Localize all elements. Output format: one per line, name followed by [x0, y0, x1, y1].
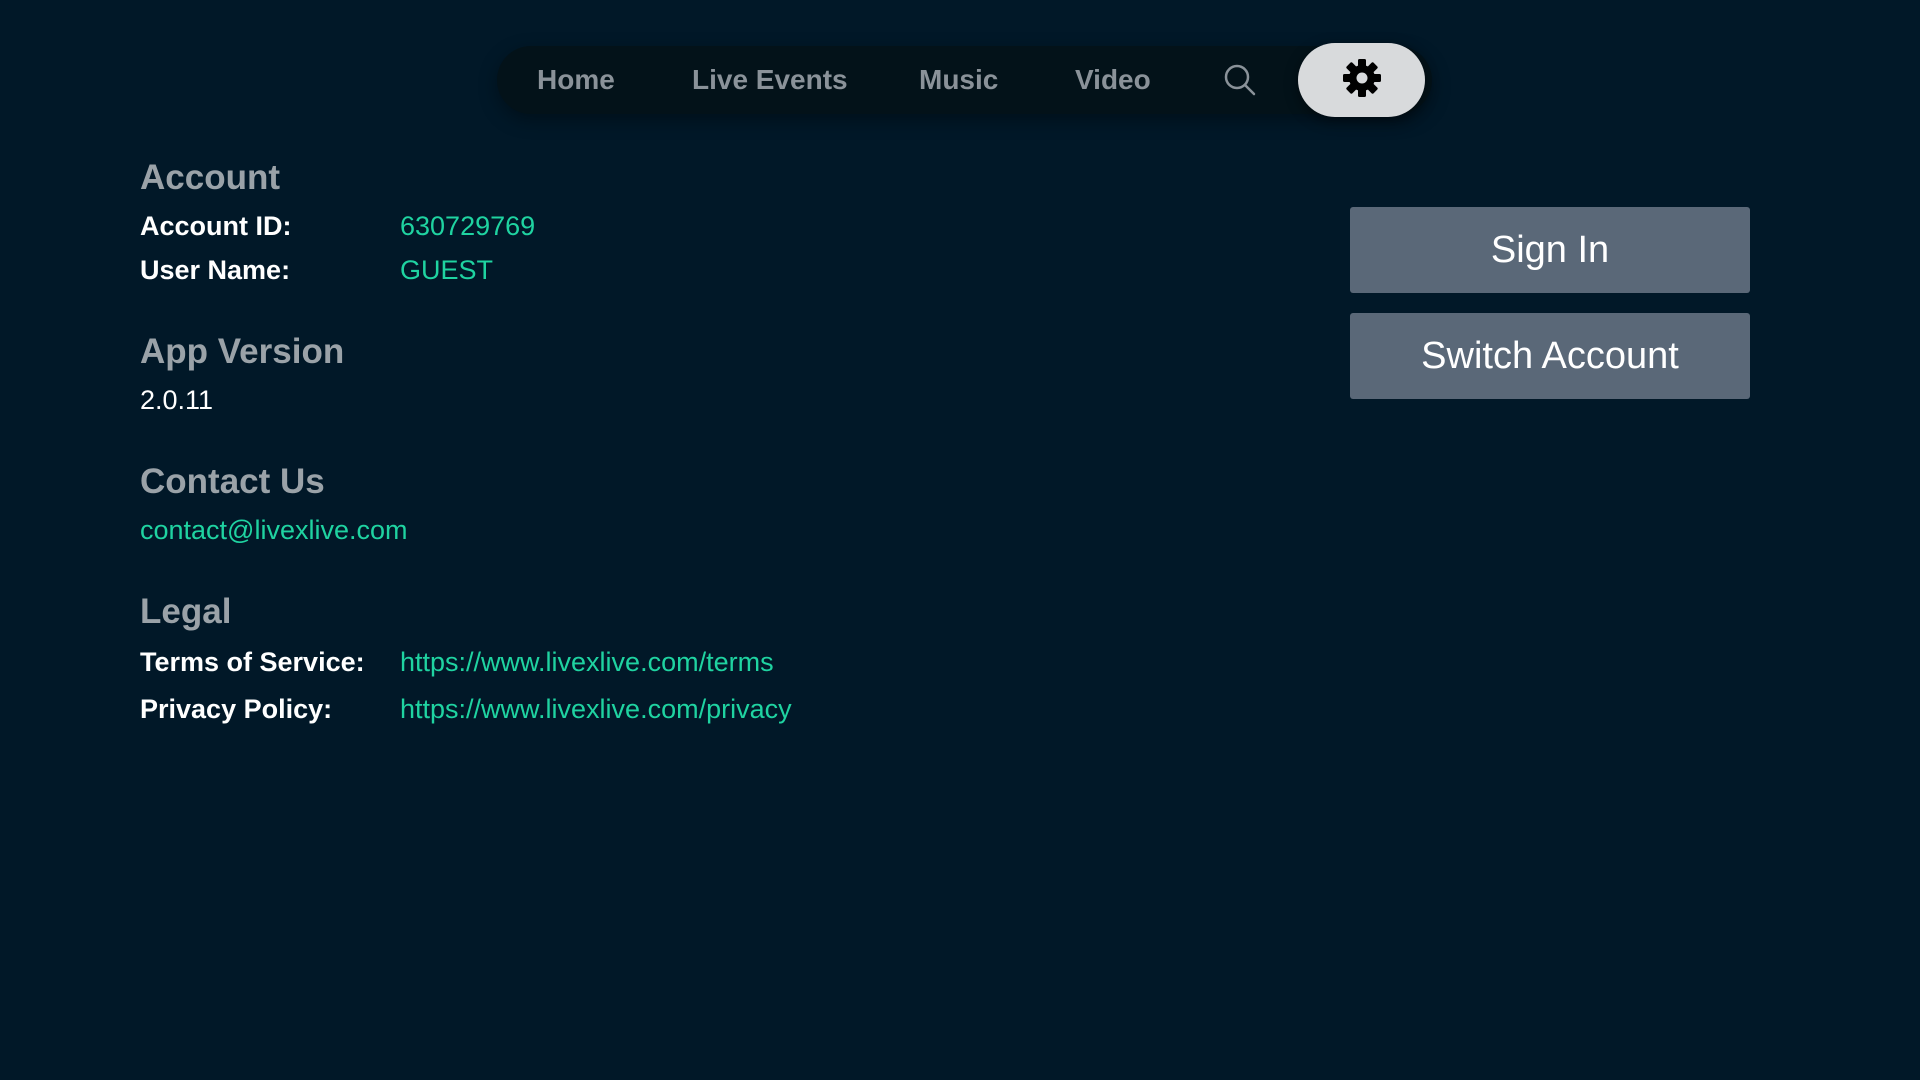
contact-email-link[interactable]: contact@livexlive.com — [140, 515, 408, 546]
user-name-label: User Name: — [140, 255, 291, 285]
user-name-value: GUEST — [400, 255, 494, 285]
terms-link[interactable]: https://www.livexlive.com/terms — [400, 647, 774, 678]
sign-in-button[interactable]: Sign In — [1350, 207, 1750, 293]
settings-page: Home Live Events Music Video Account Acc… — [0, 0, 1920, 1080]
account-id-value: 630729769 — [400, 211, 536, 241]
app-version-title: App Version — [140, 332, 345, 371]
nav-item-live-events[interactable]: Live Events — [692, 46, 848, 114]
privacy-link[interactable]: https://www.livexlive.com/privacy — [400, 694, 792, 725]
nav-item-video[interactable]: Video — [1075, 46, 1151, 114]
nav-item-home[interactable]: Home — [537, 46, 615, 114]
contact-title: Contact Us — [140, 462, 325, 501]
top-nav: Home Live Events Music Video — [497, 46, 1432, 114]
account-title: Account — [140, 158, 280, 197]
switch-account-button[interactable]: Switch Account — [1350, 313, 1750, 399]
legal-title: Legal — [140, 592, 232, 631]
terms-label: Terms of Service: — [140, 647, 365, 677]
search-icon[interactable] — [1223, 63, 1257, 97]
settings-button[interactable] — [1298, 43, 1425, 117]
privacy-label: Privacy Policy: — [140, 694, 333, 724]
gear-icon — [1340, 56, 1384, 105]
account-id-label: Account ID: — [140, 211, 292, 241]
nav-item-music[interactable]: Music — [919, 46, 998, 114]
app-version-value: 2.0.11 — [140, 385, 214, 415]
